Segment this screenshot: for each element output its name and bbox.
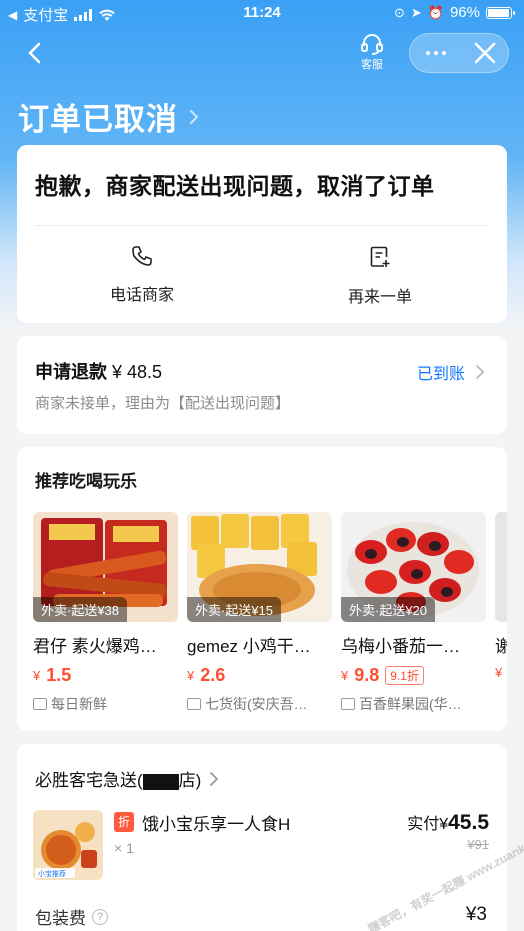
- product-price: ¥1.5: [33, 665, 72, 685]
- customer-service-label: 客服: [361, 59, 383, 71]
- close-button[interactable]: [460, 34, 510, 72]
- chevron-right-icon: [210, 771, 219, 786]
- product-card[interactable]: 谢 ¥: [495, 512, 507, 680]
- refund-card[interactable]: 申请退款 ¥ 48.5 商家未接单，理由为【配送出现问题】 已到账: [17, 336, 507, 434]
- product-name: 谢: [495, 637, 507, 656]
- product-shop: 百香鲜果园(华…: [341, 694, 486, 714]
- location-icon: ➤: [410, 4, 422, 20]
- more-button[interactable]: [410, 34, 460, 72]
- product-price: ¥9.8 9.1折: [341, 665, 486, 686]
- product-card[interactable]: 外卖·起送¥38 君仔 素火爆鸡… ¥1.5 每日新鲜: [33, 512, 178, 714]
- product-price: ¥2.6: [187, 665, 226, 685]
- packaging-fee-label: 包装费 ?: [35, 904, 108, 929]
- phone-icon: [132, 246, 152, 266]
- status-bar: ◀ 支付宝 11:24 ⊙ ➤ ⏰ 96%: [0, 0, 524, 28]
- back-button[interactable]: [20, 38, 50, 68]
- product-card[interactable]: 外卖·起送¥20 乌梅小番茄一… ¥9.8 9.1折 百香鲜果园(华…: [341, 512, 486, 714]
- refund-status: 已到账: [416, 366, 465, 383]
- shop-icon: [187, 698, 201, 710]
- chevron-right-icon: [190, 109, 199, 124]
- discount-badge: 折: [114, 812, 134, 832]
- refund-amount: ¥ 48.5: [112, 362, 163, 382]
- more-dots-icon: [426, 51, 446, 55]
- battery-icon: [486, 6, 515, 19]
- delivery-tag: 外卖·起送¥20: [341, 597, 436, 622]
- product-image: 外卖·起送¥38: [33, 512, 178, 622]
- discount-badge: 9.1折: [385, 666, 424, 685]
- status-right: ⊙ ➤ ⏰ 96%: [393, 4, 515, 21]
- store-name: 必胜客宅急送(店): [35, 771, 202, 790]
- refund-status-link[interactable]: 已到账: [417, 360, 485, 384]
- reorder-doc-icon: [370, 246, 390, 267]
- product-name: 乌梅小番茄一…: [341, 637, 460, 656]
- cancel-card: 抱歉，商家配送出现问题，取消了订单 电话商家 再来一单: [17, 145, 507, 323]
- svg-text:小宝推荐: 小宝推荐: [38, 869, 66, 878]
- item-paid-price: 实付¥45.5: [407, 811, 489, 834]
- alarm-icon: ⏰: [427, 4, 444, 20]
- divider: [35, 225, 489, 226]
- battery-percent: 96%: [449, 4, 480, 21]
- store-link[interactable]: 必胜客宅急送(店): [35, 766, 219, 791]
- item-original-price: ¥91: [467, 837, 489, 852]
- product-shop: 七货街(安庆吾…: [187, 694, 332, 714]
- order-status-text: 订单已取消: [18, 102, 178, 137]
- delivery-tag: 外卖·起送¥15: [187, 597, 282, 622]
- product-card[interactable]: 外卖·起送¥15 gemez 小鸡干… ¥2.6 七货街(安庆吾…: [187, 512, 332, 714]
- chevron-left-icon: [28, 42, 41, 64]
- recommend-title: 推荐吃喝玩乐: [35, 472, 137, 491]
- refund-label: 申请退款: [35, 362, 107, 382]
- product-price: ¥: [495, 665, 503, 680]
- refund-title: 申请退款 ¥ 48.5: [35, 358, 162, 384]
- reorder-label: 再来一单: [347, 289, 412, 306]
- cancel-message: 抱歉，商家配送出现问题，取消了订单: [35, 173, 435, 199]
- lock-rotation-icon: ⊙: [393, 4, 405, 20]
- item-quantity: × 1: [114, 840, 134, 856]
- shop-icon: [33, 698, 47, 710]
- redacted-block: [142, 773, 179, 790]
- product-image: [495, 512, 507, 622]
- close-icon: [474, 42, 496, 64]
- headset-icon: [361, 34, 383, 55]
- packaging-fee-value: ¥3: [465, 904, 487, 925]
- reorder-button[interactable]: 再来一单: [300, 245, 460, 307]
- help-circle-icon[interactable]: ?: [92, 908, 108, 925]
- call-merchant-button[interactable]: 电话商家: [62, 245, 222, 305]
- chevron-right-icon: [476, 365, 485, 379]
- mini-app-capsule: [409, 33, 509, 73]
- battery-fill: [488, 8, 510, 17]
- product-image: 外卖·起送¥20: [341, 512, 486, 622]
- order-status-title[interactable]: 订单已取消: [18, 94, 200, 139]
- product-name: 君仔 素火爆鸡…: [33, 637, 157, 656]
- item-image[interactable]: 小宝推荐: [33, 810, 103, 880]
- call-merchant-label: 电话商家: [109, 287, 174, 304]
- refund-reason: 商家未接单，理由为【配送出现问题】: [35, 395, 291, 412]
- product-shop: 每日新鲜: [33, 694, 178, 714]
- item-name: 饿小宝乐享一人食H: [142, 815, 291, 834]
- recommend-card: 推荐吃喝玩乐 外卖·起送¥38 君仔 素火爆鸡… ¥1.5 每日新鲜 外卖·起送…: [17, 447, 507, 731]
- delivery-tag: 外卖·起送¥38: [33, 597, 128, 622]
- product-name: gemez 小鸡干…: [187, 637, 311, 656]
- shop-icon: [341, 698, 355, 710]
- customer-service-button[interactable]: 客服: [352, 32, 392, 72]
- product-image: 外卖·起送¥15: [187, 512, 332, 622]
